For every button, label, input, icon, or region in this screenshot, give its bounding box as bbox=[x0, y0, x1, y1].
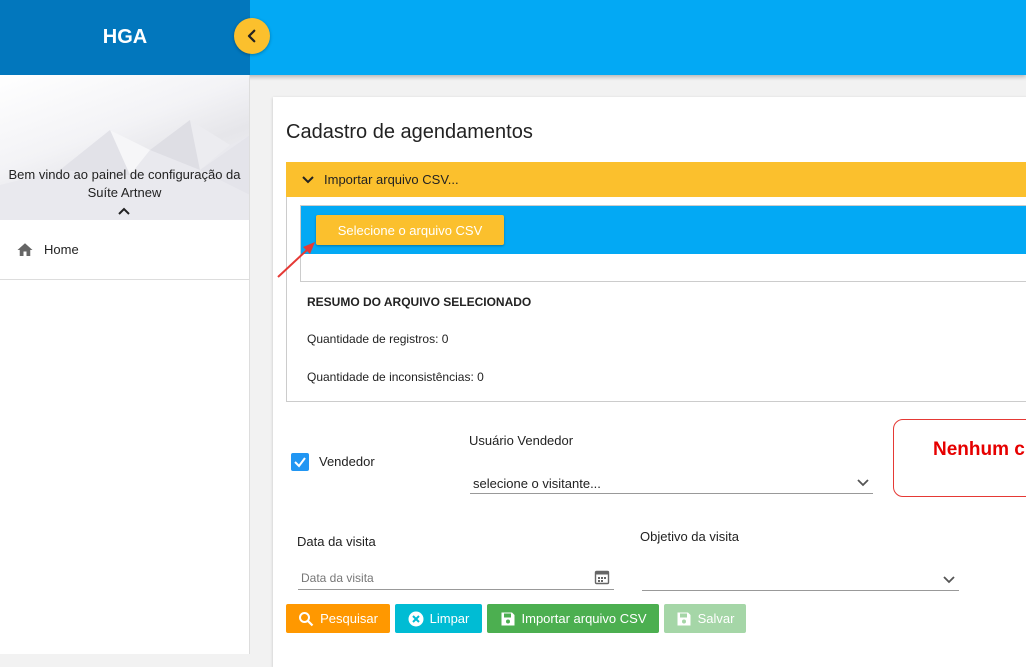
usuario-vendedor-select[interactable]: selecione o visitante... bbox=[470, 473, 873, 494]
data-visita-input[interactable] bbox=[298, 566, 614, 590]
usuario-vendedor-label: Usuário Vendedor bbox=[469, 433, 574, 448]
welcome-message: Bem vindo ao painel de configuração da S… bbox=[8, 167, 241, 200]
calendar-icon[interactable] bbox=[594, 569, 610, 585]
chevron-up-icon[interactable] bbox=[117, 206, 131, 216]
data-visita-label: Data da visita bbox=[297, 534, 376, 549]
accordion-label: Importar arquivo CSV... bbox=[324, 172, 459, 187]
file-summary-title: RESUMO DO ARQUIVO SELECIONADO bbox=[307, 295, 532, 309]
chevron-down-icon bbox=[943, 575, 955, 583]
search-button[interactable]: Pesquisar bbox=[286, 604, 390, 633]
check-icon bbox=[294, 457, 306, 468]
chevron-down-icon bbox=[857, 479, 869, 487]
objetivo-visita-select[interactable] bbox=[642, 569, 959, 591]
import-csv-button-label: Importar arquivo CSV bbox=[521, 611, 647, 626]
clear-button-label: Limpar bbox=[429, 611, 470, 626]
objetivo-visita-label: Objetivo da visita bbox=[640, 529, 739, 544]
page-title: Cadastro de agendamentos bbox=[286, 121, 533, 143]
vendedor-checkbox[interactable] bbox=[291, 453, 309, 471]
search-button-label: Pesquisar bbox=[320, 611, 378, 626]
save-icon bbox=[500, 611, 516, 627]
search-icon bbox=[298, 611, 314, 627]
save-button[interactable]: Salvar bbox=[664, 604, 746, 633]
file-upload-area: Selecione o arquivo CSV bbox=[300, 205, 1026, 282]
chevron-left-icon bbox=[247, 29, 256, 43]
import-csv-panel: Selecione o arquivo CSV RESUMO DO ARQUIV… bbox=[286, 197, 1026, 402]
vendedor-checkbox-label: Vendedor bbox=[319, 454, 375, 469]
save-icon bbox=[676, 611, 692, 627]
file-upload-toolbar: Selecione o arquivo CSV bbox=[301, 206, 1026, 254]
sidebar-item-label: Home bbox=[44, 242, 79, 257]
sidebar-item-home[interactable]: Home bbox=[0, 220, 249, 280]
sidebar: Bem vindo ao painel de configuração da S… bbox=[0, 75, 250, 654]
brand-title: HGA bbox=[0, 0, 250, 75]
home-icon bbox=[16, 241, 34, 259]
no-client-alert: Nenhum ch bbox=[893, 419, 1026, 497]
records-count: Quantidade de registros: 0 bbox=[307, 332, 449, 346]
usuario-vendedor-value: selecione o visitante... bbox=[473, 475, 601, 491]
close-circle-icon bbox=[408, 611, 424, 627]
chevron-down-icon bbox=[302, 175, 314, 184]
alert-message: Nenhum ch bbox=[933, 439, 1026, 460]
collapse-sidebar-button[interactable] bbox=[234, 18, 270, 54]
annotation-arrow bbox=[277, 242, 315, 278]
welcome-banner: Bem vindo ao painel de configuração da S… bbox=[0, 75, 249, 220]
import-csv-button[interactable]: Importar arquivo CSV bbox=[487, 604, 659, 633]
clear-button[interactable]: Limpar bbox=[395, 604, 482, 633]
inconsistencies-count: Quantidade de inconsistências: 0 bbox=[307, 370, 484, 384]
save-button-label: Salvar bbox=[697, 611, 735, 626]
import-csv-accordion-header[interactable]: Importar arquivo CSV... bbox=[286, 162, 1026, 197]
select-csv-file-button[interactable]: Selecione o arquivo CSV bbox=[316, 215, 504, 245]
